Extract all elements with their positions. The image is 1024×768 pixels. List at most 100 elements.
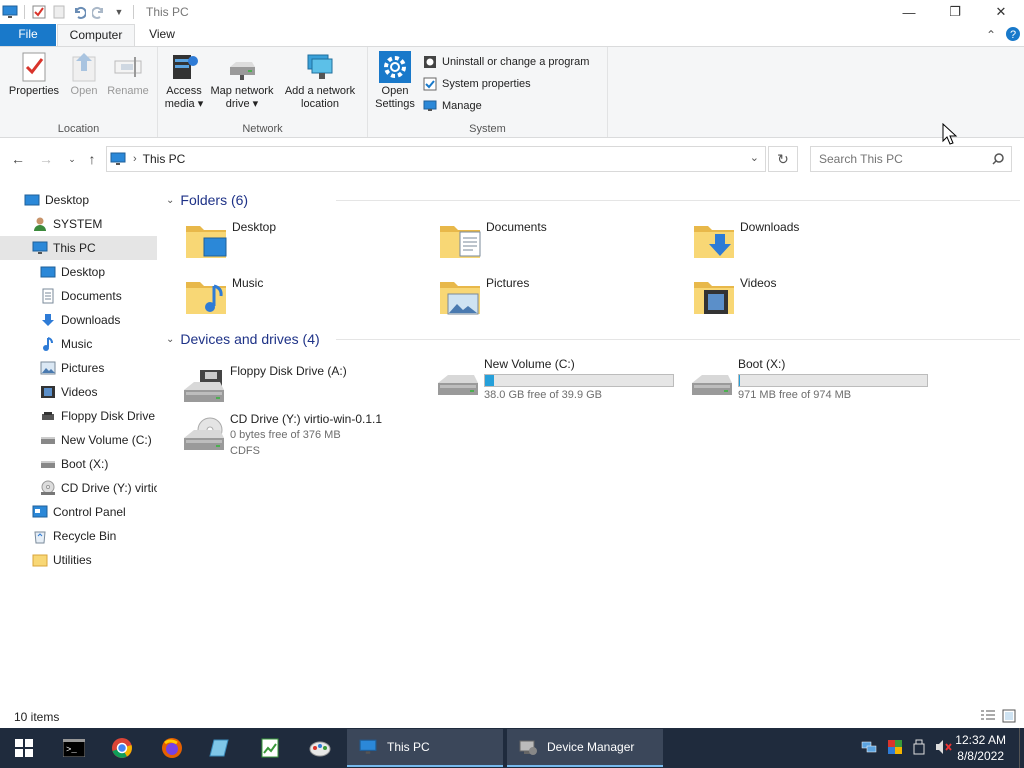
nav-item-x-drive[interactable]: Boot (X:) [0,452,157,476]
properties-button[interactable]: Properties [4,51,64,98]
large-icons-view-icon[interactable] [1002,709,1016,726]
tab-file[interactable]: File [0,24,56,46]
computer-icon[interactable] [0,2,20,22]
breadcrumb-this-pc[interactable]: This PC [143,152,186,166]
show-desktop-button[interactable] [1019,728,1024,768]
tab-view[interactable]: View [140,24,184,46]
close-button[interactable]: ✕ [978,0,1024,24]
up-arrow-icon[interactable]: ↑ [82,149,102,169]
system-properties-button[interactable]: System properties [422,74,531,94]
nav-item-utilities[interactable]: Utilities [0,548,157,572]
start-windows-icon[interactable] [0,728,48,768]
usb-device-icon[interactable] [913,739,925,758]
command-prompt-icon[interactable]: >_ [50,728,98,768]
section-divider [336,200,1020,201]
folder-item-desktop[interactable]: Desktop [182,216,432,268]
address-dropdown-chevron-icon[interactable]: ⌄ [750,151,759,164]
color-management-icon[interactable] [887,739,903,758]
map-drive-label-2: drive ▾ [225,98,259,110]
customize-toolbar-chevron-icon[interactable]: ▼ [109,2,129,22]
navigation-bar: ← → ⌄ ↑ › This PC ⌄ ↻ [0,139,1024,179]
search-input[interactable] [811,147,981,171]
minimize-button[interactable]: — [886,0,932,24]
clock[interactable]: 12:32 AM 8/8/2022 [955,732,1006,764]
notepad-chart-icon[interactable] [246,728,294,768]
drive-item-x[interactable]: Boot (X:) 971 MB free of 974 MB [688,357,938,413]
taskbar-app-device-manager[interactable]: Device Manager [507,729,663,767]
videos-icon [40,384,56,400]
nav-item-cd-drive[interactable]: CD Drive (Y:) virtio [0,476,157,500]
undo-icon[interactable] [69,2,89,22]
network-icon[interactable] [861,739,877,758]
new-folder-icon[interactable] [49,2,69,22]
breadcrumb-separator-icon[interactable]: › [133,153,137,165]
network-drive-icon [226,51,258,83]
drive-item-c[interactable]: New Volume (C:) 38.0 GB free of 39.9 GB [434,357,684,413]
drives-section-header[interactable]: ⌄ Devices and drives (4) [166,329,1020,349]
folders-section-header[interactable]: ⌄ Folders (6) [166,190,1020,210]
folder-item-downloads[interactable]: Downloads [690,216,940,268]
nav-item-downloads[interactable]: Downloads [0,308,157,332]
back-arrow-icon[interactable]: ← [8,149,28,169]
nav-item-system-user[interactable]: SYSTEM [0,212,157,236]
nav-item-label: CD Drive (Y:) virtio [61,481,157,495]
speaker-muted-icon[interactable] [935,739,953,758]
folder-item-videos[interactable]: Videos [690,272,940,324]
address-bar[interactable]: › This PC ⌄ [106,146,766,172]
map-network-drive-button[interactable]: Map network drive ▾ [208,51,276,111]
access-media-button[interactable]: Access media ▾ [162,51,206,111]
control-panel-icon [32,504,48,520]
paint-tool-icon[interactable] [296,728,344,768]
details-view-icon[interactable] [980,709,996,726]
nav-item-pictures[interactable]: Pictures [0,356,157,380]
ribbon-group-network: Access media ▾ Map network drive ▾ Add a… [158,47,368,137]
rename-icon [112,51,144,83]
firefox-icon[interactable] [148,728,196,768]
redo-icon[interactable] [89,2,109,22]
manage-button[interactable]: Manage [422,96,482,116]
nav-item-videos[interactable]: Videos [0,380,157,404]
nav-item-label: New Volume (C:) [61,433,152,447]
collapse-ribbon-chevron-icon[interactable]: ⌃ [986,28,996,42]
nav-item-desktop[interactable]: Desktop [0,260,157,284]
clock-time: 12:32 AM [955,733,1006,747]
drive-name: Floppy Disk Drive (A:) [230,364,347,378]
nav-item-recycle-bin[interactable]: Recycle Bin [0,524,157,548]
nav-item-c-drive[interactable]: New Volume (C:) [0,428,157,452]
taskbar: >_ This PC Device Manager 12:32 AM 8/8/2… [0,728,1024,768]
help-icon[interactable]: ? [1005,26,1021,45]
forward-arrow-icon[interactable]: → [36,149,56,169]
open-settings-button[interactable]: Open Settings [372,51,418,111]
chrome-icon[interactable] [98,728,146,768]
search-icon[interactable] [991,152,1005,169]
floppy-drive-icon [40,408,56,424]
hard-drive-icon [434,361,482,405]
add-network-location-button[interactable]: Add a network location [280,51,360,111]
folder-item-documents[interactable]: Documents [436,216,686,268]
app-crystal-icon[interactable] [196,728,244,768]
nav-item-music[interactable]: Music [0,332,157,356]
nav-item-label: Pictures [61,361,105,375]
recent-locations-chevron-icon[interactable]: ⌄ [62,149,82,169]
drive-name: CD Drive (Y:) virtio-win-0.1.1 [230,412,383,426]
mouse-cursor-icon [942,123,958,145]
uninstall-program-button[interactable]: Uninstall or change a program [422,52,589,72]
restore-button[interactable]: ❐ [932,0,978,24]
taskbar-app-this-pc[interactable]: This PC [347,729,503,767]
rename-button[interactable]: Rename [104,51,152,98]
nav-item-this-pc[interactable]: This PC [0,236,157,260]
folder-item-music[interactable]: Music [182,272,432,324]
properties-check-icon[interactable] [29,2,49,22]
nav-item-floppy-drive[interactable]: Floppy Disk Drive [0,404,157,428]
clock-date: 8/8/2022 [957,749,1004,763]
nav-item-control-panel[interactable]: Control Panel [0,500,157,524]
network-location-icon [304,51,336,83]
open-button[interactable]: Open [64,51,104,98]
nav-item-documents[interactable]: Documents [0,284,157,308]
drive-item-cd[interactable]: CD Drive (Y:) virtio-win-0.1.1 0 bytes f… [180,412,430,472]
folder-item-pictures[interactable]: Pictures [436,272,686,324]
tab-computer[interactable]: Computer [57,24,135,46]
nav-item-desktop-root[interactable]: Desktop [0,188,157,212]
refresh-button[interactable]: ↻ [768,146,798,172]
search-box[interactable] [810,146,1012,172]
